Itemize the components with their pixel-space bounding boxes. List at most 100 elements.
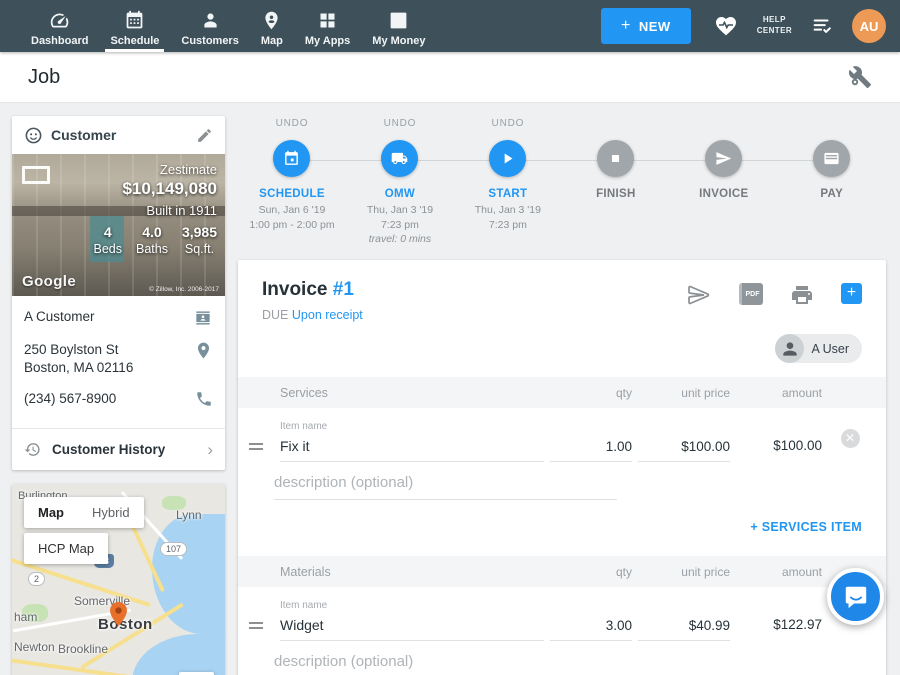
schedule-step-button[interactable]: [273, 140, 310, 177]
zoom-in-button[interactable]: +: [179, 672, 214, 675]
task-list-icon[interactable]: [810, 15, 834, 37]
zestimate-overlay: Zestimate $10,149,080 Built in 1911 4Bed…: [93, 162, 217, 256]
invoice-title-text: Invoice: [262, 279, 327, 300]
print-icon[interactable]: [790, 283, 814, 307]
map-type-map-button[interactable]: Map: [24, 497, 78, 528]
add-invoice-button[interactable]: +: [841, 283, 862, 304]
timeline-step-finish: FINISH: [562, 118, 670, 247]
step-time: 7:23 pm: [489, 218, 527, 233]
unit-price-input[interactable]: [638, 615, 730, 641]
calendar-icon: [283, 150, 300, 167]
edit-pencil-icon[interactable]: [196, 127, 213, 144]
sqft-value: 3,985: [182, 224, 217, 240]
job-timeline: UNDO SCHEDULE Sun, Jan 6 '19 1:00 pm - 2…: [238, 116, 886, 257]
streetview-frame-icon[interactable]: [22, 166, 50, 184]
customer-info: A Customer 250 Boylston St Boston, MA 02…: [12, 296, 225, 428]
plus-icon: +: [621, 17, 631, 35]
unit-price-input[interactable]: [638, 436, 730, 462]
money-dollar-icon: [388, 10, 409, 31]
undo-start-button[interactable]: UNDO: [492, 118, 525, 131]
undo-omw-button[interactable]: UNDO: [384, 118, 417, 131]
pay-step-button[interactable]: [813, 140, 850, 177]
undo-schedule-button[interactable]: UNDO: [276, 118, 309, 131]
zestimate-label: Zestimate: [93, 162, 217, 177]
location-pin-icon[interactable]: [194, 341, 213, 360]
map-zoom-control: + −: [179, 672, 214, 675]
new-button[interactable]: + NEW: [601, 8, 691, 44]
customer-phone: (234) 567-8900: [24, 390, 195, 408]
beds-value: 4: [93, 224, 122, 240]
health-heart-icon[interactable]: [713, 14, 739, 38]
nav-spacer: [436, 0, 601, 52]
hcp-map-button[interactable]: HCP Map: [24, 533, 108, 564]
invoice-number[interactable]: #1: [333, 279, 354, 300]
nav-item-my-apps[interactable]: My Apps: [294, 0, 361, 52]
pdf-icon[interactable]: PDF: [739, 283, 763, 305]
nav-item-my-money[interactable]: My Money: [361, 0, 436, 52]
customer-name: A Customer: [24, 308, 193, 326]
section-title: Materials: [280, 565, 544, 579]
drag-handle-icon[interactable]: [238, 622, 274, 641]
customer-face-icon: [24, 126, 43, 145]
truck-icon: [391, 150, 408, 167]
item-name-label: Item name: [280, 600, 544, 611]
description-input[interactable]: [274, 649, 617, 675]
nav-item-customers[interactable]: Customers: [170, 0, 249, 52]
page-title: Job: [28, 66, 60, 89]
add-services-item-link[interactable]: + SERVICES ITEM: [238, 500, 886, 556]
send-invoice-icon[interactable]: [686, 283, 712, 307]
unit-price-field: [638, 436, 730, 462]
send-icon: [715, 150, 732, 167]
omw-step-button[interactable]: [381, 140, 418, 177]
nav-item-dashboard[interactable]: Dashboard: [20, 0, 99, 52]
user-avatar[interactable]: AU: [852, 9, 886, 43]
map-widget[interactable]: Burlington Lynn Somerville Boston ham Ne…: [12, 484, 225, 675]
contact-card-icon[interactable]: [193, 308, 213, 328]
zillow-copyright: © Zillow, Inc. 2006-2017: [149, 286, 219, 293]
item-name-input[interactable]: [280, 614, 544, 641]
drag-handle-icon[interactable]: [238, 443, 274, 462]
customer-phone-row: (234) 567-8900: [24, 390, 213, 408]
phone-icon[interactable]: [195, 390, 213, 408]
unit-price-column-header: unit price: [638, 565, 730, 579]
qty-input[interactable]: [550, 436, 632, 462]
nav-item-map[interactable]: Map: [250, 0, 294, 52]
start-step-button[interactable]: [489, 140, 526, 177]
assignee-row: A User: [238, 328, 886, 377]
nav-item-schedule[interactable]: Schedule: [99, 0, 170, 52]
map-label-newton: Newton: [14, 640, 55, 654]
map-marker-pin[interactable]: [110, 602, 127, 626]
assignee-chip[interactable]: A User: [775, 334, 862, 363]
item-name-input[interactable]: [280, 435, 544, 462]
line-amount: $122.97: [736, 617, 822, 641]
job-tools-icon[interactable]: [848, 65, 872, 89]
invoice-step-button[interactable]: [705, 140, 742, 177]
home-stats: 4Beds 4.0Baths 3,985Sq.ft.: [93, 224, 217, 256]
google-logo: Google: [22, 273, 76, 290]
due-value-link[interactable]: Upon receipt: [292, 308, 363, 322]
timeline-step-start: UNDO START Thu, Jan 3 '19 7:23 pm: [454, 118, 562, 247]
customer-history-button[interactable]: Customer History ›: [12, 429, 225, 470]
finish-step-button[interactable]: [597, 140, 634, 177]
step-label: OMW: [385, 188, 415, 200]
zestimate-photo: Zestimate $10,149,080 Built in 1911 4Bed…: [12, 154, 225, 296]
qty-field: [550, 615, 632, 641]
apps-grid-icon: [317, 10, 338, 31]
help-center-line1: HELP: [757, 15, 792, 26]
item-name-field: Item name: [280, 600, 544, 641]
remove-item-button[interactable]: ✕: [841, 429, 860, 448]
help-center-button[interactable]: HELP CENTER: [757, 15, 792, 37]
chat-messenger-button[interactable]: [827, 568, 884, 625]
description-input[interactable]: [274, 470, 617, 500]
item-name-label: Item name: [280, 421, 544, 432]
assignee-avatar-icon: [775, 334, 804, 363]
help-center-line2: CENTER: [757, 26, 792, 37]
baths-value: 4.0: [136, 224, 168, 240]
baths-label: Baths: [136, 242, 168, 256]
top-navigation: Dashboard Schedule Customers Map My Apps…: [0, 0, 900, 52]
credit-card-icon: [823, 150, 840, 167]
qty-input[interactable]: [550, 615, 632, 641]
stop-icon: [607, 150, 624, 167]
map-type-hybrid-button[interactable]: Hybrid: [78, 497, 144, 528]
map-type-buttons: Map Hybrid: [24, 497, 144, 528]
